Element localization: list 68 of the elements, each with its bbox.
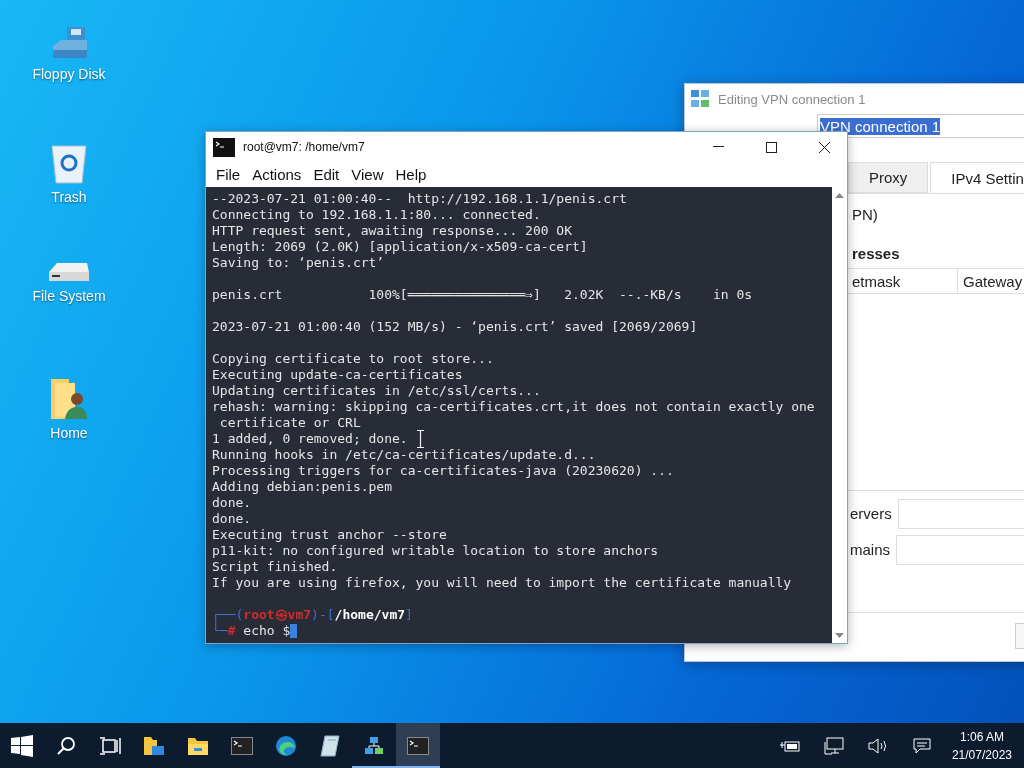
search-icon bbox=[56, 735, 76, 756]
network-icon bbox=[690, 89, 710, 109]
window-title: root@vm7: /home/vm7 bbox=[243, 140, 366, 154]
close-icon bbox=[819, 141, 830, 153]
hard-drive-icon bbox=[47, 260, 91, 284]
terminal-icon bbox=[231, 736, 253, 755]
field-label: ervers bbox=[849, 505, 892, 523]
network-icon bbox=[364, 735, 384, 756]
terminal-line: If you are using firefox, you will need to import the certificate manually bbox=[212, 575, 792, 591]
clock[interactable]: 1:06 AM 21/07/2023 bbox=[943, 729, 1024, 762]
terminal-line: Copying certificate to root store... bbox=[212, 351, 494, 367]
terminal-line: rehash: warning: skipping ca-certificates.crt,it does not contain exactly one bbox=[212, 399, 815, 415]
volume-icon bbox=[867, 737, 888, 754]
terminal-line: Adding debian:penis.pem bbox=[212, 479, 392, 495]
text-cursor bbox=[290, 624, 298, 638]
terminal-line: Connecting to 192.168.1.1:80... connected. bbox=[212, 207, 541, 223]
battery-plug-icon bbox=[779, 738, 800, 753]
menu-item[interactable]: Edit bbox=[307, 166, 346, 183]
windows-start-icon bbox=[11, 734, 33, 757]
folder-icon bbox=[187, 735, 209, 756]
trash-icon bbox=[50, 143, 88, 185]
terminal-line: done. bbox=[212, 495, 252, 511]
terminal-line: p11-kit: no configured writable location to store anchors bbox=[212, 543, 659, 559]
scrollbar[interactable] bbox=[832, 187, 847, 643]
file-manager-icon bbox=[143, 734, 165, 757]
command-line: └─# echo $ bbox=[212, 623, 291, 639]
window-title: Editing VPN connection 1 bbox=[718, 91, 866, 107]
terminal-line: --2023-07-21 01:00:40-- http://192.168.1.1/penis.crt bbox=[212, 191, 627, 207]
field-label: mains bbox=[849, 541, 890, 559]
scroll-up-icon bbox=[835, 193, 844, 198]
menu-item[interactable]: Help bbox=[389, 166, 433, 183]
terminal-line: done. bbox=[212, 511, 252, 527]
scroll-down-icon bbox=[835, 633, 844, 638]
terminal-line: Script finished. bbox=[212, 559, 338, 575]
prompt-line: ┌──(root㉿vm7)-[/home/vm7] bbox=[212, 607, 413, 623]
terminal-line: Updating certificates in /etc/ssl/certs... bbox=[212, 383, 541, 399]
settings-tab[interactable]: Proxy bbox=[848, 162, 929, 193]
terminal-line: 1 added, 0 removed; done. bbox=[212, 431, 408, 447]
terminal-line: HTTP request sent, awaiting response... 200 OK bbox=[212, 223, 573, 239]
menu-item[interactable]: File bbox=[210, 166, 247, 183]
section-heading: resses bbox=[852, 245, 901, 262]
terminal-icon bbox=[407, 736, 429, 755]
notification-icon bbox=[912, 737, 931, 754]
terminal-line: certificate or CRL bbox=[218, 415, 361, 431]
menu-item[interactable]: Actions bbox=[246, 166, 308, 183]
terminal-line: penis.crt 100%[═══════════════⇒] 2.02K --.-KB/s in 0s bbox=[212, 287, 753, 303]
terminal-line: Running hooks in /etc/ca-certificates/update.d... bbox=[212, 447, 596, 463]
method-value: PN) bbox=[852, 206, 879, 223]
terminal-line: 2023-07-21 01:00:40 (152 MB/s) - ‘penis.crt’ saved [2069/2069] bbox=[212, 319, 698, 335]
text-cursor-icon bbox=[417, 430, 424, 448]
menu-item[interactable]: View bbox=[345, 166, 390, 183]
terminal-icon bbox=[213, 137, 235, 157]
browser-icon bbox=[275, 734, 297, 757]
terminal-line: Processing triggers for ca-certificates-java (20230620) ... bbox=[212, 463, 674, 479]
maximize-icon bbox=[766, 141, 777, 153]
terminal-line: Saving to: ‘penis.crt’ bbox=[212, 255, 385, 271]
column-header: Gateway bbox=[957, 269, 1024, 293]
column-header: etmask bbox=[851, 271, 902, 292]
settings-tab[interactable]: IPv4 Settin bbox=[930, 162, 1024, 193]
note-pad-icon bbox=[320, 734, 340, 757]
user-folder-icon bbox=[49, 377, 89, 421]
terminal-line: Executing trust anchor --store bbox=[212, 527, 447, 543]
terminal-line: Length: 2069 (2.0K) [application/x-x509-ca-cert] bbox=[212, 239, 588, 255]
minimize-icon bbox=[713, 146, 724, 148]
terminal-line: Executing update-ca-certificates bbox=[212, 367, 463, 383]
task-view-icon bbox=[99, 735, 121, 756]
network-icon bbox=[823, 736, 844, 755]
taskbar-button[interactable] bbox=[396, 723, 440, 768]
